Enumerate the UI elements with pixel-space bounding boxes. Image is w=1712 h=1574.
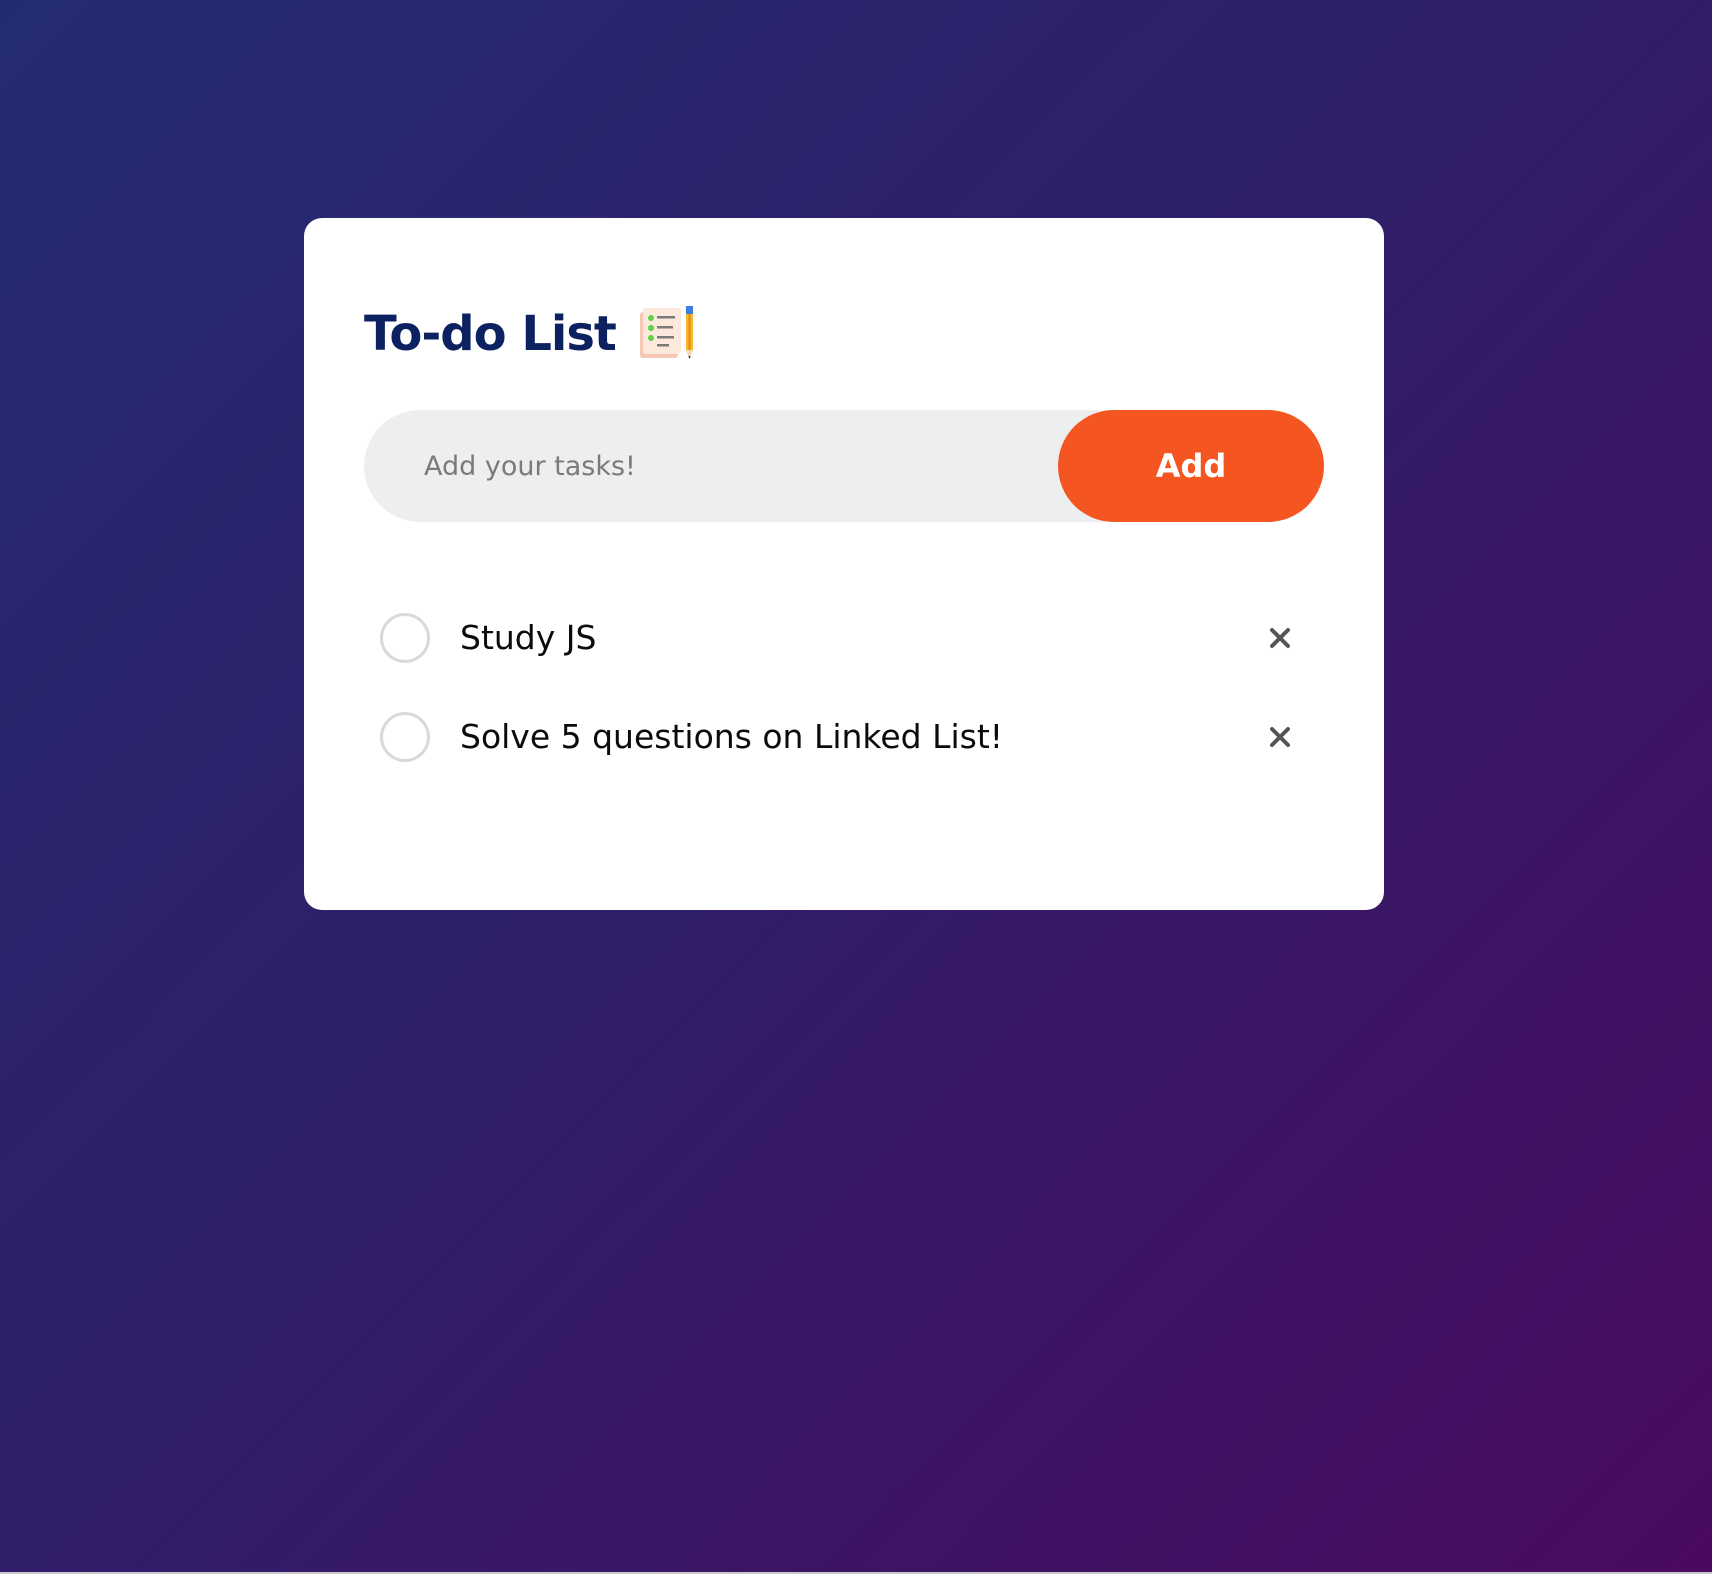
- pencil-stripe: [688, 314, 691, 350]
- delete-button[interactable]: [1262, 719, 1298, 755]
- todo-card: To-do List Add your tasks! Add Study JS …: [304, 218, 1384, 910]
- page-title: To-do List: [364, 306, 617, 362]
- checklist-dot-2: [647, 325, 654, 331]
- close-icon-stroke: [1270, 726, 1290, 747]
- close-icon: [1270, 627, 1290, 648]
- page-background: To-do List Add your tasks! Add Study JS …: [0, 0, 1712, 1574]
- header: To-do List: [364, 300, 698, 368]
- task-checkbox[interactable]: [380, 711, 430, 762]
- note-front-sheet: [642, 308, 681, 354]
- add-button[interactable]: Add: [1058, 410, 1324, 522]
- delete-button[interactable]: [1262, 620, 1298, 656]
- close-icon-stroke: [1270, 627, 1290, 648]
- task-text: Solve 5 questions on Linked List!: [460, 717, 1004, 756]
- checklist-dot-1: [647, 315, 654, 321]
- add-task-bar: Add: [364, 410, 1324, 522]
- checklist-line-1: [656, 316, 675, 319]
- pencil-eraser: [685, 306, 693, 314]
- task-text: Study JS: [460, 618, 597, 657]
- list-item[interactable]: Study JS: [364, 588, 1324, 687]
- checklist-line-4: [656, 344, 669, 347]
- task-input[interactable]: [364, 410, 1064, 522]
- task-checkbox[interactable]: [380, 612, 430, 663]
- checklist-line-2: [656, 326, 673, 329]
- task-list: Study JS Solve 5 questions on Linked Lis…: [364, 588, 1324, 786]
- notes-with-pencil-svg: [639, 306, 693, 359]
- checklist-line-3: [656, 336, 674, 339]
- list-item[interactable]: Solve 5 questions on Linked List!: [364, 687, 1324, 786]
- close-icon: [1270, 726, 1290, 747]
- checklist-dot-3: [647, 335, 654, 341]
- notes-with-pencil-icon: [638, 306, 698, 362]
- pencil-lead: [688, 356, 691, 359]
